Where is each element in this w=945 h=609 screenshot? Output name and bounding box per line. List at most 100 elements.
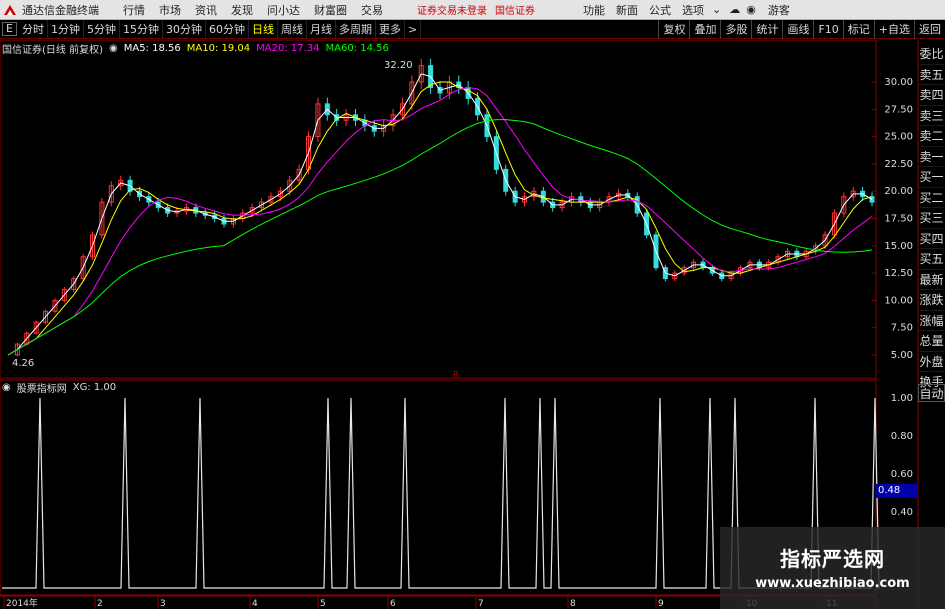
y-tick-label: 30.00 (884, 77, 913, 88)
sidebar-item[interactable]: 委比 (918, 44, 945, 65)
x-tick-label: 6 (390, 599, 396, 609)
auto-button[interactable]: 自动 (918, 384, 945, 402)
sidebar-item[interactable]: 买四 (918, 229, 945, 249)
low-label: 4.26 (12, 358, 34, 369)
menu-options[interactable]: 选项 (682, 2, 704, 18)
sidebar-item[interactable]: 外盘 (918, 352, 945, 372)
cloud-icon[interactable]: ☁ (729, 3, 740, 16)
x-tick-label: 7 (478, 599, 484, 609)
y-tick-label: 7.50 (891, 323, 913, 334)
user-icon[interactable]: ◉ (746, 3, 756, 16)
y-tick-label: 27.50 (884, 104, 913, 115)
menu-function[interactable]: 功能 (583, 2, 605, 18)
indicator-toggle-icon[interactable]: ◉ (2, 382, 11, 393)
menu-formula[interactable]: 公式 (649, 2, 671, 18)
menu-quotes[interactable]: 行情 (123, 2, 145, 18)
tool-back[interactable]: 返回 (914, 20, 945, 39)
menu-discover[interactable]: 发现 (231, 2, 253, 18)
sidebar-item[interactable]: 最新 (918, 270, 945, 290)
stock-name: 国信证券(日线 前复权) (2, 44, 103, 56)
y-tick-label: 10.00 (884, 295, 913, 306)
x-axis-labels: 2014年234567891011 (3, 596, 837, 609)
tool-add-watchlist[interactable]: +自选 (873, 20, 914, 39)
login-warning[interactable]: 证券交易未登录 (417, 2, 487, 17)
tool-stats[interactable]: 统计 (751, 20, 782, 39)
menu-wealth-circle[interactable]: 财富圈 (314, 2, 347, 18)
guest-label[interactable]: 游客 (768, 2, 790, 18)
period-weekly[interactable]: 周线 (278, 19, 307, 39)
chevron-down-icon[interactable]: ⌄ (712, 3, 721, 16)
x-tick-label: 8 (570, 599, 576, 609)
sidebar-item[interactable]: 涨跌 (918, 290, 945, 311)
y-tick-label: 20.00 (884, 186, 913, 197)
period-1min[interactable]: 1分钟 (48, 19, 84, 39)
x-tick-label: 9 (658, 599, 664, 609)
period-15min[interactable]: 15分钟 (120, 19, 163, 39)
sub-y-tick-label: 0.80 (891, 431, 913, 442)
quote-sidebar: 委比 卖五 卖四 卖三 卖二 卖一 买一 买二 买三 买四 买五 最新 涨跌 涨… (918, 44, 945, 393)
y-tick-label: 5.00 (891, 350, 913, 361)
period-intraday[interactable]: 分时 (19, 19, 48, 39)
current-value-badge: 0.48 (876, 484, 918, 498)
sidebar-item[interactable]: 买二 (918, 188, 945, 208)
period-60min[interactable]: 60分钟 (206, 19, 249, 39)
y-tick-label: 17.50 (884, 214, 913, 225)
sidebar-item[interactable]: 卖五 (918, 65, 945, 85)
period-multi[interactable]: 多周期 (336, 19, 376, 39)
menu-trade[interactable]: 交易 (361, 2, 383, 18)
sub-y-axis: 1.00 0.80 0.60 0.40 (891, 393, 913, 518)
candles (14, 58, 875, 357)
sidebar-item[interactable]: 买三 (918, 208, 945, 229)
period-daily[interactable]: 日线 (249, 19, 278, 39)
tool-adjust[interactable]: 复权 (658, 20, 689, 39)
toolbar-box-button[interactable]: E (2, 22, 17, 36)
main-legend: 国信证券(日线 前复权) ◉ MA5: 18.56 MA10: 19.04 MA… (2, 41, 395, 56)
tool-draw[interactable]: 画线 (782, 20, 813, 39)
watermark-title: 指标严选网 (780, 547, 885, 571)
sidebar-item[interactable]: 卖二 (918, 126, 945, 147)
broker-name[interactable]: 国信证券 (495, 2, 535, 17)
more-arrow-icon[interactable]: > (405, 19, 422, 39)
period-monthly[interactable]: 月线 (307, 19, 336, 39)
period-more[interactable]: 更多 (376, 19, 405, 39)
ma-line-ma20 (7, 86, 873, 356)
sidebar-item[interactable]: 涨幅 (918, 311, 945, 331)
app-title: 通达信金融终端 (22, 3, 99, 17)
menu-news[interactable]: 资讯 (195, 2, 217, 18)
tool-f10[interactable]: F10 (813, 20, 842, 39)
y-tick-label: 15.00 (884, 241, 913, 252)
sub-legend: ◉ 股票指标网 XG: 1.00 (2, 380, 122, 395)
sidebar-item[interactable]: 卖四 (918, 85, 945, 106)
x-tick-label: 3 (160, 599, 166, 609)
stock-chart[interactable]: 30.0027.5025.0022.5020.0017.5015.0012.50… (0, 40, 945, 609)
r-marker: R (453, 370, 459, 379)
menu-ask[interactable]: 问小达 (267, 2, 300, 18)
ma20-label: MA20: 17.34 (256, 42, 320, 54)
tool-overlay[interactable]: 叠加 (689, 20, 720, 39)
app-logo-icon (2, 3, 18, 17)
menu-market[interactable]: 市场 (159, 2, 181, 18)
watermark-url: www.xuezhibiao.com (755, 576, 910, 591)
tool-multi-stock[interactable]: 多股 (720, 20, 751, 39)
main-y-axis: 30.00 27.50 25.00 22.50 20.00 17.50 15.00 12.50… (872, 77, 913, 361)
ma5-label: MA5: 18.56 (123, 42, 181, 54)
ma-lines (7, 73, 873, 356)
sub-y-tick-label: 0.60 (891, 469, 913, 480)
high-label: 32.20 (384, 60, 413, 71)
y-tick-label: 12.50 (884, 268, 913, 279)
ma-line-ma60 (7, 119, 873, 356)
sidebar-item[interactable]: 买五 (918, 249, 945, 270)
menu-new-layout[interactable]: 新面 (616, 2, 638, 18)
tool-mark[interactable]: 标记 (842, 20, 874, 39)
sub-y-tick-label: 0.40 (891, 507, 913, 518)
sidebar-item[interactable]: 买一 (918, 167, 945, 188)
sidebar-item[interactable]: 卖三 (918, 106, 945, 126)
period-30min[interactable]: 30分钟 (163, 19, 206, 39)
ma-toggle-icon[interactable]: ◉ (109, 43, 118, 54)
sidebar-item[interactable]: 总量 (918, 331, 945, 352)
sidebar-item[interactable]: 卖一 (918, 147, 945, 167)
x-tick-label: 2014年 (6, 597, 38, 609)
period-5min[interactable]: 5分钟 (84, 19, 120, 39)
period-toolbar: E 分时 1分钟 5分钟 15分钟 30分钟 60分钟 日线 周线 月线 多周期… (0, 19, 945, 39)
chart-frame (0, 40, 919, 609)
